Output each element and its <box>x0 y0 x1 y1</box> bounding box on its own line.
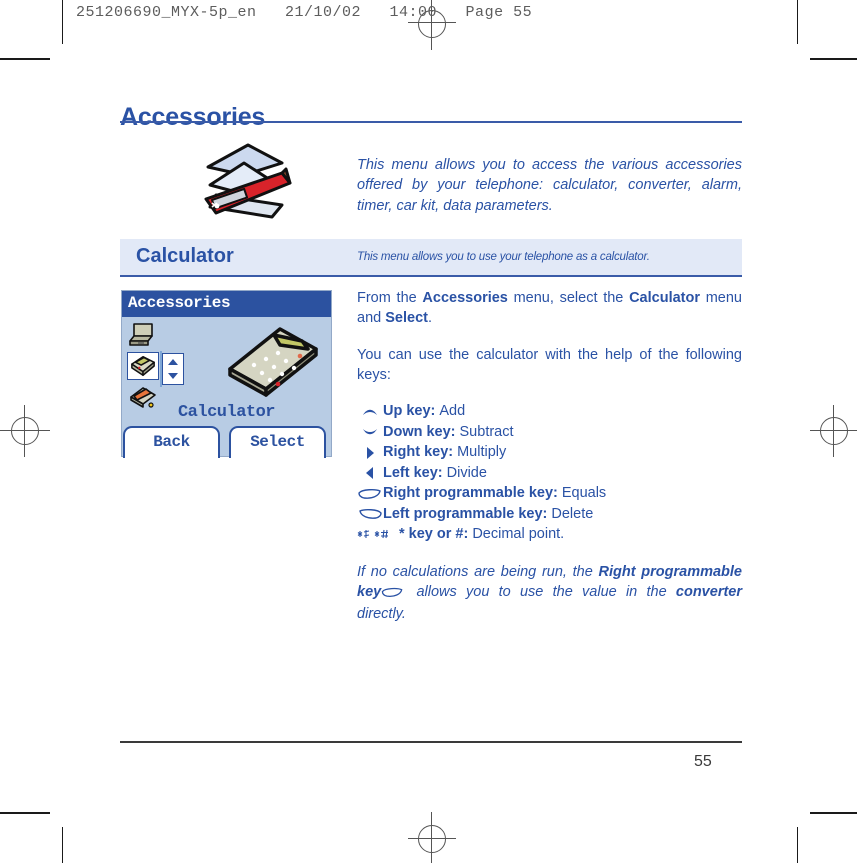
up-arrow-icon <box>357 406 383 418</box>
key-label: Right programmable key: <box>383 485 558 501</box>
phone-softkey-bar: Back Select <box>122 422 331 458</box>
list-item: * key or #: Decimal point. <box>357 525 742 545</box>
scroll-down-arrow-icon[interactable] <box>168 373 178 379</box>
list-item: Up key: Add <box>357 402 742 422</box>
key-action: Multiply <box>457 444 507 460</box>
key-action: Divide <box>446 464 487 481</box>
key-action: Equals <box>561 485 607 501</box>
swiss-army-knife-illustration <box>186 133 306 225</box>
left-arrow-icon <box>357 466 383 480</box>
phone-selected-label: Calculator <box>177 403 276 422</box>
key-label: * key or #: <box>399 526 469 542</box>
calculator-icon[interactable] <box>127 352 159 380</box>
scroll-up-arrow-icon[interactable] <box>168 359 178 365</box>
p1-select-term: Select <box>385 310 428 326</box>
key-action: Subtract <box>459 423 514 440</box>
body-column: From the Accessories menu, select the Ca… <box>357 288 742 641</box>
title-divider <box>120 121 742 123</box>
p1-part-c: menu, select the <box>507 290 630 306</box>
left-soft-key-icon <box>357 508 383 520</box>
p3-part-e: directly. <box>357 605 406 622</box>
scroll-arrows[interactable] <box>162 353 184 385</box>
p1-accessories-term: Accessories <box>422 290 508 306</box>
p1-calculator-term: Calculator <box>629 290 700 306</box>
phone-menu-icon-column <box>127 321 161 414</box>
list-item: Down key: Subtract <box>357 423 742 443</box>
manual-page: Accessories This menu allows you to acce… <box>0 0 857 863</box>
key-label: Down key: <box>383 423 456 440</box>
list-item: Right key: Multiply <box>357 443 742 463</box>
list-item: Left programmable key: Delete <box>357 505 742 525</box>
p1-part-g: . <box>427 310 432 326</box>
key-label: Left key: <box>383 464 443 481</box>
right-arrow-icon <box>357 446 383 460</box>
phone-screen-mockup: Accessories Calculator Back Select <box>121 290 332 458</box>
converter-note-paragraph: If no calculations are being run, the Ri… <box>357 562 742 624</box>
down-arrow-icon <box>357 426 383 438</box>
intro-paragraph: This menu allows you to access the vario… <box>357 156 742 214</box>
softkey-select[interactable]: Select <box>229 426 326 458</box>
key-label: Up key: <box>383 403 436 419</box>
p3-part-c: allows you to use the value in the <box>407 583 676 600</box>
phone-screen-title: Accessories <box>128 294 231 312</box>
instruction-paragraph: From the Accessories menu, select the Ca… <box>357 288 742 328</box>
right-soft-key-icon-inline <box>381 584 407 604</box>
page-title: Accessories <box>120 102 266 131</box>
footer-divider <box>120 741 742 743</box>
p3-converter-term: converter <box>675 583 742 600</box>
section-heading: Calculator <box>136 245 234 267</box>
page-number: 55 <box>694 753 712 770</box>
right-soft-key-icon <box>357 488 383 500</box>
key-function-list: Up key: Add Down key: Subtract Right key… <box>357 402 742 545</box>
list-item: Left key: Divide <box>357 464 742 484</box>
star-hash-key-icon <box>357 528 399 542</box>
key-action: Add <box>439 403 466 419</box>
key-action: Delete <box>551 505 594 522</box>
section-subheading: This menu allows you to use your telepho… <box>357 251 650 263</box>
keys-intro-paragraph: You can use the calculator with the help… <box>357 347 742 383</box>
p1-part-a: From the <box>357 290 423 306</box>
p3-part-a: If no calculations are being run, the <box>357 563 599 580</box>
calculator-illustration <box>222 323 322 399</box>
list-item: Right programmable key: Equals <box>357 484 742 504</box>
converter-icon[interactable] <box>127 321 159 349</box>
softkey-back[interactable]: Back <box>123 426 220 458</box>
key-label: Right key: <box>383 444 454 460</box>
key-action: Decimal point. <box>472 526 565 542</box>
key-label: Left programmable key: <box>383 505 548 522</box>
